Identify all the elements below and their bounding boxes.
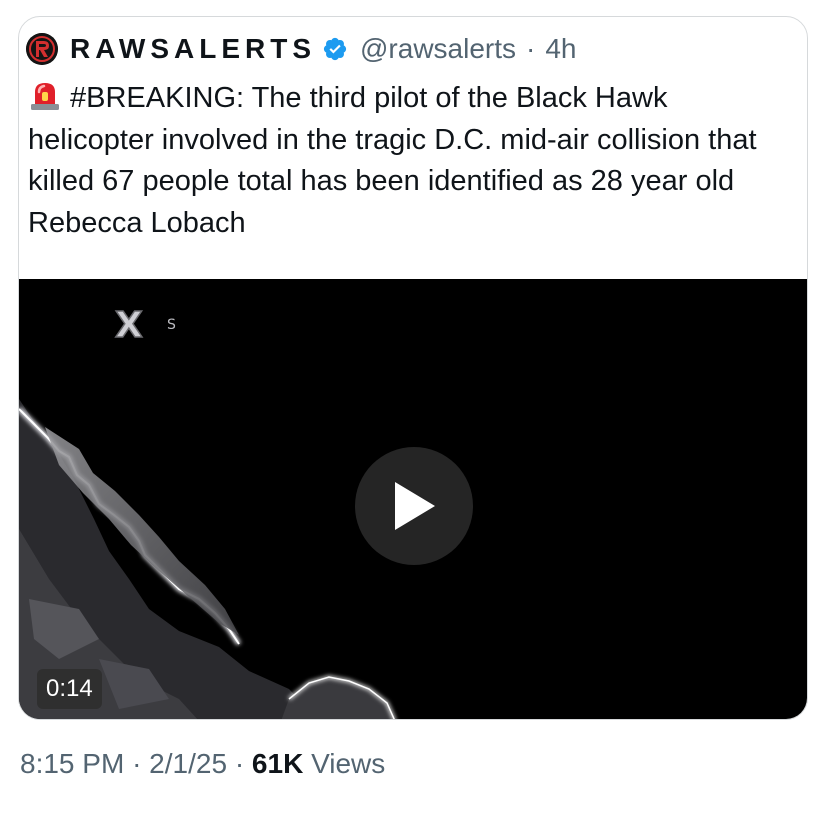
tweet-date[interactable]: 2/1/25 xyxy=(149,748,227,779)
video-watermark: X xyxy=(115,305,143,346)
video-watermark-small: S xyxy=(167,317,176,333)
tweet-meta: 8:15 PM · 2/1/25 · 61K Views xyxy=(20,748,385,780)
avatar[interactable] xyxy=(26,33,58,65)
tweet-time[interactable]: 8:15 PM xyxy=(20,748,124,779)
user-handle[interactable]: @rawsalerts xyxy=(360,33,516,65)
meta-separator: · xyxy=(132,748,142,779)
views-label: Views xyxy=(311,748,386,779)
rawsalerts-logo-icon xyxy=(26,33,58,65)
tweet-body: #BREAKING: The third pilot of the Black … xyxy=(28,82,757,239)
tweet-age[interactable]: 4h xyxy=(545,33,576,65)
play-button[interactable] xyxy=(355,447,473,565)
meta-separator: · xyxy=(234,748,245,779)
views-count[interactable]: 61K xyxy=(252,748,303,779)
display-name[interactable]: RAWSALERTS xyxy=(70,33,316,65)
tweet-header: RAWSALERTS @rawsalerts · 4h xyxy=(26,32,577,66)
header-separator: · xyxy=(526,33,536,64)
play-icon xyxy=(395,482,435,530)
video-player[interactable]: X S 0:14 xyxy=(19,279,807,719)
police-car-light-icon xyxy=(31,83,59,110)
video-duration: 0:14 xyxy=(37,669,102,709)
verified-badge-icon xyxy=(323,37,347,61)
tweet-text: #BREAKING: The third pilot of the Black … xyxy=(28,78,768,244)
